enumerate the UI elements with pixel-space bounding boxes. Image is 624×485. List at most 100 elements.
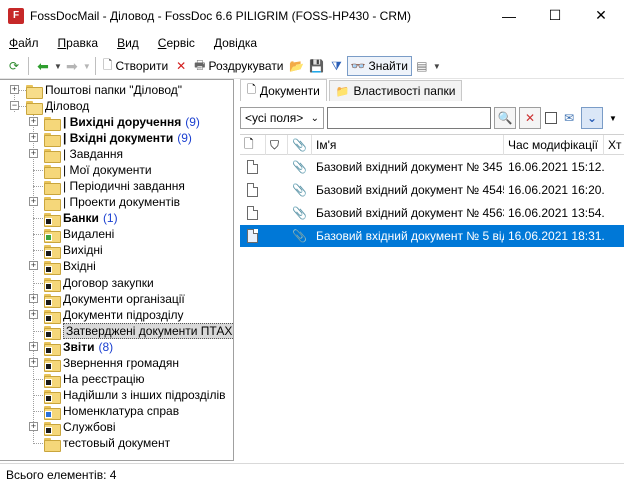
expand-toggle[interactable]: +: [29, 261, 38, 270]
tree-item-mail-folders[interactable]: Поштові папки "Діловод": [26, 82, 182, 99]
flag-cell: [266, 202, 288, 224]
search-scope-button[interactable]: ✉: [560, 107, 578, 129]
menu-file[interactable]: Файл: [9, 36, 39, 50]
back-arrow-icon[interactable]: ⬅: [34, 57, 52, 75]
tree-item[interactable]: Звернення громадян: [44, 355, 179, 372]
tree-item[interactable]: Видалені: [44, 226, 114, 243]
minimize-button[interactable]: —: [486, 0, 532, 31]
dropdown-arrow-icon: ▼: [609, 113, 617, 123]
tree-item-label: | Вхідні документи: [63, 131, 174, 145]
column-header-author[interactable]: Хт: [604, 135, 624, 155]
unread-count-badge: (9): [177, 131, 192, 145]
document-icon: [247, 160, 258, 174]
column-header-name[interactable]: Ім'я: [312, 135, 504, 155]
documents-grid[interactable]: 🗋 ⛉ 📎 Ім'я Час модифікації Хт 📎 Базовий в…: [240, 134, 624, 461]
paperclip-icon: 📎: [292, 229, 307, 243]
expand-toggle[interactable]: +: [29, 342, 38, 351]
table-row[interactable]: 📎 Базовий вхідний документ № 5 від... 16.0…: [240, 225, 624, 247]
tree-item[interactable]: Банки (1): [44, 210, 118, 227]
tab-folder-properties[interactable]: 📁 Властивості папки: [328, 80, 463, 101]
folder-icon: [44, 212, 61, 227]
expand-toggle[interactable]: +: [29, 422, 38, 431]
tree-item[interactable]: На реєстрацію: [44, 371, 145, 388]
folder-badge-icon: [45, 378, 52, 386]
tree-item[interactable]: | Вихідні доручення (9): [44, 114, 200, 131]
tree-item[interactable]: Надійшли з інших підрозділів: [44, 387, 226, 404]
tree-item[interactable]: | Вхідні документи (9): [44, 130, 192, 147]
menu-edit[interactable]: Правка: [58, 36, 99, 50]
delete-icon[interactable]: ✕: [172, 57, 190, 75]
tree-item[interactable]: Договор закупки: [44, 275, 154, 292]
tree-item[interactable]: Вхідні: [44, 258, 96, 275]
flag-cell: [266, 179, 288, 201]
tree-item[interactable]: | Періодичні завдання: [44, 178, 185, 195]
back-dropdown-icon[interactable]: ▼: [54, 62, 62, 71]
tree-item[interactable]: Затверджені документи ПТАХ: [44, 323, 233, 340]
table-row[interactable]: 📎 Базовий вхідний документ № 345 ... 16.06…: [240, 156, 624, 178]
expand-toggle[interactable]: +: [10, 85, 19, 94]
expand-toggle[interactable]: +: [29, 310, 38, 319]
grid-header: 🗋 ⛉ 📎 Ім'я Час модифікації Хт: [240, 135, 624, 155]
table-row[interactable]: 📎 Базовий вхідний документ № 4563... 16.06…: [240, 202, 624, 224]
expand-toggle[interactable]: +: [29, 197, 38, 206]
find-button[interactable]: 👓 Знайти: [346, 56, 412, 76]
print-button[interactable]: 🖶 Роздрукувати: [191, 56, 286, 76]
collapse-toggle[interactable]: −: [10, 101, 19, 110]
document-icon: [247, 183, 258, 197]
tree-guide-line: [33, 411, 43, 412]
folder-tree[interactable]: + Поштові папки "Діловод" − Діловод + | В…: [0, 79, 234, 461]
tree-item[interactable]: Звіти (8): [44, 339, 113, 356]
open-folder-icon[interactable]: 📂: [288, 57, 306, 75]
tree-item[interactable]: Службові: [44, 419, 116, 436]
search-button[interactable]: 🔍: [494, 107, 516, 129]
tree-item[interactable]: | Завдання: [44, 146, 123, 163]
column-header-attachment[interactable]: 📎: [288, 135, 312, 155]
maximize-button[interactable]: ☐: [532, 0, 578, 31]
save-icon[interactable]: 💾: [308, 57, 326, 75]
menu-help[interactable]: Довідка: [214, 36, 257, 50]
forward-arrow-icon[interactable]: ➡: [63, 57, 81, 75]
create-button[interactable]: 🗋 Створити: [100, 56, 171, 76]
unread-count-badge: (9): [185, 115, 200, 129]
title-bar: F FossDocMail - Діловод - FossDoc 6.6 PI…: [0, 0, 624, 31]
expand-filter-button[interactable]: ⌄: [581, 107, 603, 129]
expand-toggle[interactable]: +: [29, 358, 38, 367]
tab-documents[interactable]: 🗋 Документи: [240, 79, 327, 101]
folder-badge-icon: [45, 410, 52, 418]
tree-item[interactable]: Номенклатура справ: [44, 403, 179, 420]
view-options-icon[interactable]: ▤: [413, 57, 431, 75]
expand-toggle[interactable]: +: [29, 133, 38, 142]
field-select[interactable]: <усі поля> ⌄: [240, 107, 324, 129]
menu-view[interactable]: Вид: [117, 36, 139, 50]
search-option-checkbox[interactable]: [545, 112, 557, 124]
author-cell: [604, 179, 624, 201]
tree-item[interactable]: | Мої документи: [44, 162, 152, 179]
refresh-icon[interactable]: ⟳: [5, 57, 23, 75]
column-header-flag[interactable]: ⛉: [266, 135, 288, 155]
tree-item[interactable]: Вихідні: [44, 242, 103, 259]
expand-toggle[interactable]: +: [29, 149, 38, 158]
table-row[interactable]: 📎 Базовий вхідний документ № 4545... 16.06…: [240, 179, 624, 201]
menu-service[interactable]: Сервіс: [158, 36, 195, 50]
view-options-dropdown-icon[interactable]: ▼: [433, 62, 441, 71]
tree-guide-line: [33, 170, 43, 171]
tree-item[interactable]: | Проекти документів: [44, 194, 180, 211]
close-button[interactable]: ✕: [578, 0, 624, 31]
expand-toggle[interactable]: +: [29, 117, 38, 126]
expand-toggle[interactable]: +: [29, 294, 38, 303]
tree-item[interactable]: Документи підрозділу: [44, 307, 184, 324]
column-header-modified[interactable]: Час модифікації: [504, 135, 604, 155]
search-input[interactable]: [327, 107, 491, 129]
envelope-icon: ✉: [563, 111, 575, 125]
tree-item-root[interactable]: Діловод: [26, 98, 89, 115]
clear-search-button[interactable]: ✕: [519, 107, 541, 129]
forward-dropdown-icon[interactable]: ▼: [83, 62, 91, 71]
tree-item[interactable]: тестовый документ: [44, 435, 170, 452]
tree-item-label: Договор закупки: [63, 276, 154, 290]
folder-icon: [44, 325, 61, 340]
column-header-type[interactable]: 🗋: [240, 135, 266, 155]
tree-item[interactable]: Документи організації: [44, 291, 185, 308]
filter-icon[interactable]: ⧩: [328, 57, 346, 75]
filter-menu-button[interactable]: ▼: [606, 107, 620, 129]
filter-icon: ⛉: [270, 137, 280, 152]
